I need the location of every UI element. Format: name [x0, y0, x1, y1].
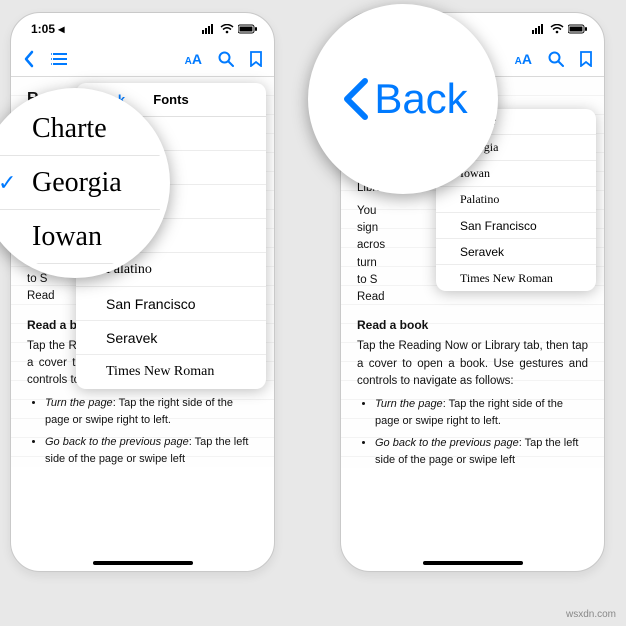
wifi-icon — [550, 24, 564, 34]
font-option[interactable]: Seravek — [76, 321, 266, 355]
search-icon[interactable] — [218, 51, 234, 67]
body-text: Tap the Reading Now or Library tab, then… — [357, 338, 588, 390]
font-label: Georgia — [32, 167, 122, 199]
contents-icon[interactable] — [51, 52, 69, 66]
body-frag: to S — [27, 273, 47, 285]
font-option[interactable]: San Francisco — [76, 287, 266, 321]
font-label: Palatino — [460, 192, 499, 207]
battery-icon — [568, 24, 588, 34]
magnifier-left: Charte ✓ Georgia Iowan — [0, 88, 170, 278]
font-option[interactable]: Times New Roman — [436, 265, 596, 291]
appearance-button[interactable]: AA — [515, 51, 532, 67]
font-label: Iowan — [32, 221, 102, 253]
checkmark-icon: ✓ — [0, 170, 16, 196]
search-icon[interactable] — [548, 51, 564, 67]
body-frag: acros — [357, 239, 385, 251]
list-item: Turn the page: Tap the right side of the… — [45, 395, 258, 428]
font-option[interactable]: ✓ Georgia — [0, 156, 164, 210]
font-label: Seravek — [460, 245, 504, 259]
font-label: Seravek — [106, 330, 157, 346]
font-label: San Francisco — [106, 296, 195, 312]
chevron-left-icon — [338, 75, 372, 123]
signal-icon — [532, 24, 546, 34]
list-item: Go back to the previous page: Tap the le… — [375, 435, 588, 468]
font-option[interactable]: Charte — [0, 102, 164, 156]
watermark: wsxdn.com — [566, 609, 616, 620]
font-label: Times New Roman — [106, 364, 214, 380]
section-heading: Read a book — [357, 316, 588, 334]
battery-icon — [238, 24, 258, 34]
status-indicators — [202, 24, 258, 34]
magnified-back-button[interactable]: Back — [314, 10, 492, 188]
body-frag: turn — [357, 257, 377, 269]
status-bar: 1:05 ◂ — [11, 13, 274, 41]
instruction-list: Turn the page: Tap the right side of the… — [357, 396, 588, 468]
bookmark-icon[interactable] — [580, 51, 592, 67]
back-icon[interactable] — [23, 50, 35, 68]
font-option[interactable]: Seravek — [436, 239, 596, 265]
font-label: Times New Roman — [460, 271, 553, 286]
home-indicator[interactable] — [423, 561, 523, 565]
wifi-icon — [220, 24, 234, 34]
magnified-font-list: Charte ✓ Georgia Iowan — [0, 94, 164, 272]
font-label: San Francisco — [460, 219, 537, 233]
list-item: Go back to the previous page: Tap the le… — [45, 434, 258, 467]
instruction-list: Turn the page: Tap the right side of the… — [27, 395, 258, 467]
body-frag: Read — [27, 290, 55, 302]
status-time: 1:05 ◂ — [31, 22, 64, 36]
back-label: Back — [374, 75, 467, 123]
body-frag: You — [357, 205, 376, 217]
magnifier-right: Back — [308, 4, 498, 194]
body-frag: Read — [357, 291, 385, 303]
font-option[interactable]: San Francisco — [436, 213, 596, 239]
body-frag: sign — [357, 222, 378, 234]
body-frag: to S — [357, 274, 377, 286]
list-item: Turn the page: Tap the right side of the… — [375, 396, 588, 429]
reader-toolbar: AA — [11, 41, 274, 77]
font-option[interactable]: Iowan — [0, 210, 164, 264]
font-option[interactable]: Palatino — [436, 187, 596, 213]
signal-icon — [202, 24, 216, 34]
status-indicators — [532, 24, 588, 34]
bookmark-icon[interactable] — [250, 51, 262, 67]
appearance-button[interactable]: AA — [185, 51, 202, 67]
font-label: Charte — [32, 113, 107, 145]
home-indicator[interactable] — [93, 561, 193, 565]
font-option[interactable]: Times New Roman — [76, 355, 266, 389]
